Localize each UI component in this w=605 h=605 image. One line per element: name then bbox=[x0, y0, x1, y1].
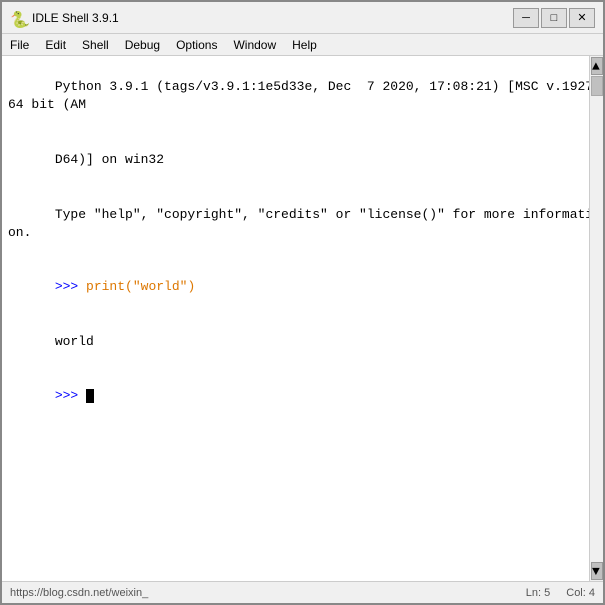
minimize-button[interactable]: ─ bbox=[513, 8, 539, 28]
menu-file[interactable]: File bbox=[2, 34, 37, 55]
close-button[interactable]: ✕ bbox=[569, 8, 595, 28]
scrollbar[interactable]: ▲ ▼ bbox=[589, 56, 603, 581]
maximize-button[interactable]: □ bbox=[541, 8, 567, 28]
scroll-thumb[interactable] bbox=[591, 76, 603, 96]
python-version-line2: D64)] on win32 bbox=[8, 133, 597, 188]
menu-options[interactable]: Options bbox=[168, 34, 225, 55]
scroll-up-button[interactable]: ▲ bbox=[591, 57, 603, 75]
menu-window[interactable]: Window bbox=[225, 34, 284, 55]
menu-help[interactable]: Help bbox=[284, 34, 325, 55]
python-info-line: Type "help", "copyright", "credits" or "… bbox=[8, 187, 597, 260]
status-col: Col: 4 bbox=[566, 587, 595, 599]
cursor bbox=[86, 389, 94, 403]
scroll-down-button[interactable]: ▼ bbox=[591, 562, 603, 580]
status-ln: Ln: 5 bbox=[526, 587, 550, 599]
shell-input-line1: >>> print("world") bbox=[8, 260, 597, 315]
python-version-line1: Python 3.9.1 (tags/v3.9.1:1e5d33e, Dec 7… bbox=[8, 60, 597, 133]
status-right: Ln: 5 Col: 4 bbox=[526, 587, 595, 599]
shell-input-line2[interactable]: >>> bbox=[8, 369, 597, 424]
app-icon: 🐍 bbox=[10, 10, 26, 26]
prompt1: >>> bbox=[55, 279, 86, 294]
status-bar: https://blog.csdn.net/weixin_ Ln: 5 Col:… bbox=[2, 581, 603, 603]
shell-output-line1: world bbox=[8, 315, 597, 370]
idle-shell-window: 🐍 IDLE Shell 3.9.1 ─ □ ✕ File Edit Shell… bbox=[0, 0, 605, 605]
status-url: https://blog.csdn.net/weixin_ bbox=[10, 587, 148, 599]
shell-output[interactable]: Python 3.9.1 (tags/v3.9.1:1e5d33e, Dec 7… bbox=[2, 56, 603, 581]
menu-edit[interactable]: Edit bbox=[37, 34, 74, 55]
window-title: IDLE Shell 3.9.1 bbox=[32, 11, 513, 25]
prompt2: >>> bbox=[55, 388, 86, 403]
title-buttons: ─ □ ✕ bbox=[513, 8, 595, 28]
title-bar: 🐍 IDLE Shell 3.9.1 ─ □ ✕ bbox=[2, 2, 603, 34]
menu-bar: File Edit Shell Debug Options Window Hel… bbox=[2, 34, 603, 56]
code-input1: print("world") bbox=[86, 279, 195, 294]
menu-shell[interactable]: Shell bbox=[74, 34, 117, 55]
menu-debug[interactable]: Debug bbox=[117, 34, 168, 55]
